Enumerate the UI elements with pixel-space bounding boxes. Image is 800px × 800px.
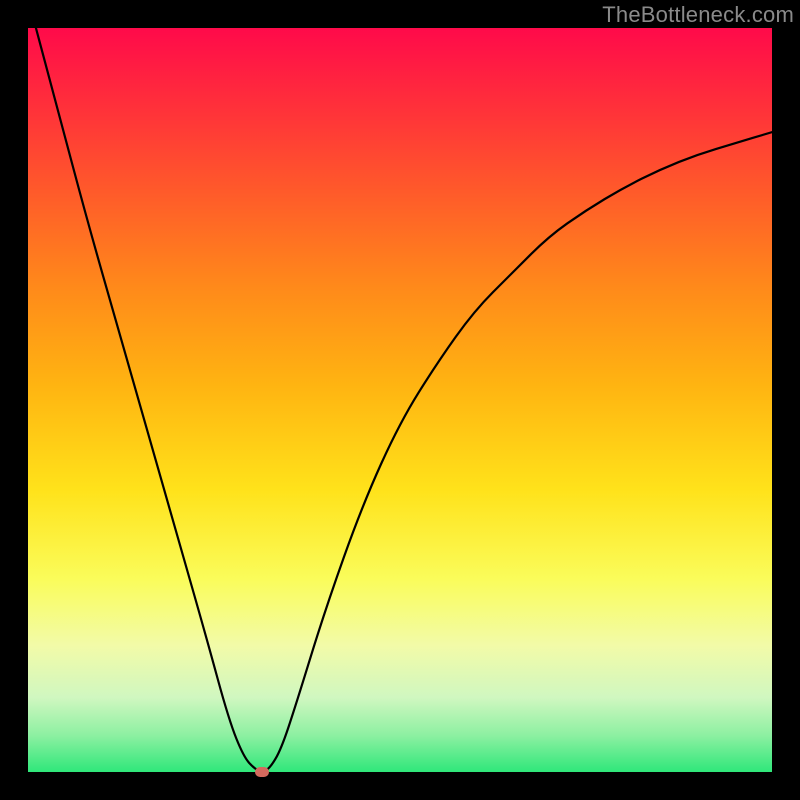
plot-area [28,28,772,772]
optimal-point-marker [255,767,269,777]
watermark-text: TheBottleneck.com [602,2,794,28]
bottleneck-curve [28,28,772,772]
curve-path [28,28,772,771]
chart-frame: TheBottleneck.com [0,0,800,800]
